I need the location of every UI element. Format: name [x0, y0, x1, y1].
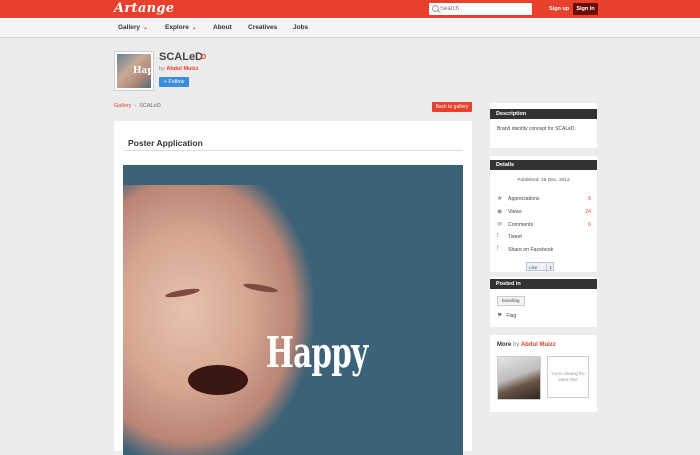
main-nav: Gallery ⌄ Explore ⌄ About Creatives Jobs [0, 18, 700, 38]
facebook-icon: f [497, 246, 499, 252]
site-logo[interactable]: Artange [114, 1, 174, 16]
chevron-down-icon: ⌄ [143, 25, 149, 31]
detail-label: Appreciations [508, 196, 540, 202]
nav-explore[interactable]: Explore ⌄ [165, 24, 197, 31]
current-shot-placeholder: You're viewing the latest shot [547, 356, 589, 398]
author-link[interactable]: Abdul Muizz [166, 66, 198, 72]
top-bar: Artange Sign up Sign in [0, 0, 700, 18]
project-thumbnail: Happ [114, 51, 154, 91]
detail-value: 6 [588, 196, 591, 202]
section-title: Poster Application [128, 138, 203, 148]
posted-in-header: Posted in [490, 279, 597, 289]
detail-label: Views [508, 209, 522, 215]
more-title: More by Abdul Muizz [497, 342, 556, 348]
search-input[interactable] [440, 3, 528, 15]
thumbnail-image: Happ [117, 54, 151, 88]
chevron-down-icon: ⌄ [191, 25, 197, 31]
project-title: SCALeD [159, 51, 204, 63]
details-header: Details [490, 160, 597, 170]
search-icon [432, 5, 439, 12]
follow-button[interactable]: + Follow [159, 77, 189, 87]
more-author-link[interactable]: Abdul Muizz [521, 342, 556, 348]
project-image: Happy [123, 165, 463, 455]
project-author: by Abdul Muizz [159, 66, 198, 72]
more-thumbnail[interactable] [497, 356, 541, 400]
detail-value: 24 [585, 209, 591, 215]
breadcrumb-current: SCALeD [139, 103, 161, 109]
back-to-gallery-button[interactable]: Back to gallery [432, 102, 472, 112]
flag-label: Flag [506, 313, 517, 319]
description-header: Description [490, 109, 597, 119]
search-box[interactable] [429, 3, 532, 15]
signup-link[interactable]: Sign up [549, 6, 569, 12]
nav-gallery[interactable]: Gallery ⌄ [118, 24, 148, 31]
tag-branding[interactable]: branding [497, 296, 525, 306]
twitter-icon: t [497, 233, 499, 239]
photo-mouth [188, 365, 248, 395]
detail-appreciations: ★ Appreciations 6 [497, 195, 591, 203]
comment-icon: ✉ [497, 222, 503, 228]
detail-value: 6 [588, 222, 591, 228]
like-label: Like [529, 265, 538, 270]
detail-label: Comments [508, 222, 534, 228]
like-count: 1 [546, 263, 552, 272]
facebook-like-button[interactable]: Like 1 [526, 262, 554, 272]
thumbnail-text: Happ [133, 66, 151, 76]
detail-label: Share on Facebook [508, 247, 554, 253]
status-dot-icon [201, 54, 206, 59]
share-facebook-link[interactable]: f Share on Facebook [497, 246, 591, 254]
breadcrumb-separator: › [134, 103, 137, 109]
nav-about[interactable]: About [213, 24, 232, 31]
nav-explore-label: Explore [165, 24, 189, 31]
tweet-link[interactable]: t Tweet [497, 233, 591, 241]
nav-gallery-label: Gallery [118, 24, 141, 31]
more-by: by [513, 342, 520, 348]
detail-label: Tweet [508, 234, 522, 240]
breadcrumb: Gallery › SCALeD [114, 103, 161, 109]
breadcrumb-gallery[interactable]: Gallery [114, 103, 131, 109]
eye-icon: ◉ [497, 209, 503, 215]
detail-views: ◉ Views 24 [497, 208, 591, 216]
photo-face [123, 185, 313, 455]
poster-text: Happy [266, 328, 368, 377]
flag-link[interactable]: ⚑ Flag [497, 312, 516, 319]
nav-jobs[interactable]: Jobs [293, 24, 308, 31]
flag-icon: ⚑ [497, 313, 503, 319]
more-prefix: More [497, 342, 512, 348]
detail-comments: ✉ Comments 6 [497, 221, 591, 229]
description-text: Brand identity concept for SCALeD. [497, 126, 576, 132]
by-label: by [159, 66, 165, 72]
star-icon: ★ [497, 196, 503, 202]
divider [123, 150, 463, 151]
nav-creatives[interactable]: Creatives [248, 24, 277, 31]
published-date: Published: 25 Dec, 2012 [517, 178, 570, 183]
signin-button[interactable]: Sign in [573, 3, 598, 15]
